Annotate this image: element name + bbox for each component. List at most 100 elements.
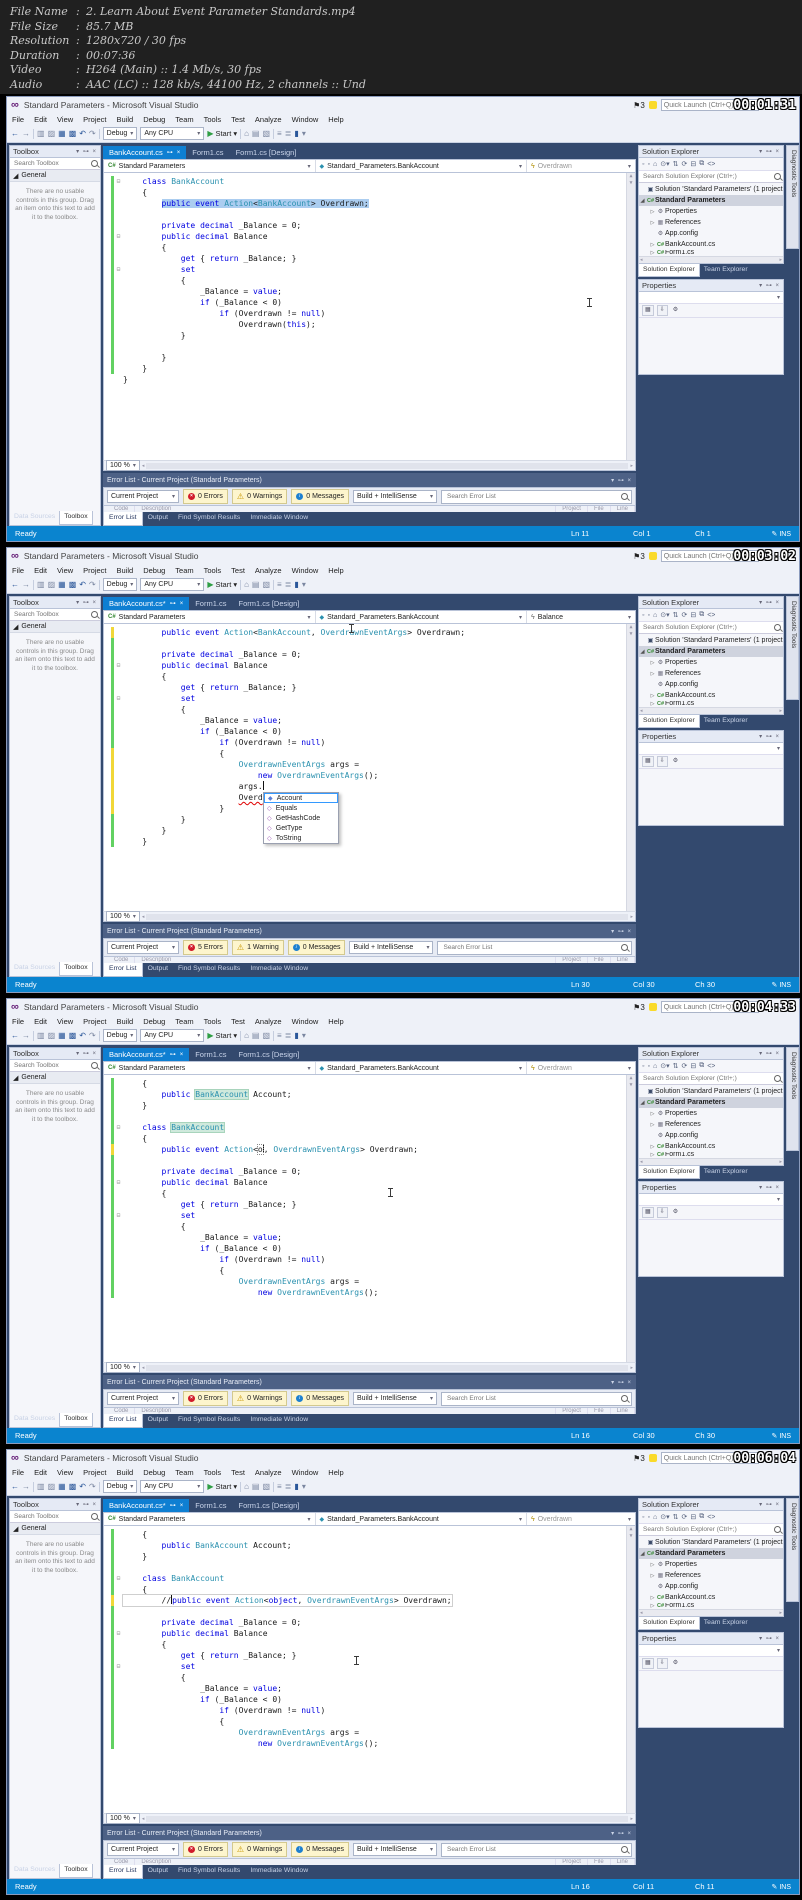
- collapse-all-icon[interactable]: ⊟: [690, 1062, 696, 1070]
- tab-find-symbol-results[interactable]: Find Symbol Results: [173, 1414, 245, 1428]
- tree-row-form1-cs[interactable]: ▷ C# Form1.cs: [639, 250, 783, 255]
- code-line[interactable]: if (_Balance < 0): [104, 297, 635, 308]
- panel-header-buttons[interactable]: ▾ ⊶ ×: [759, 1501, 780, 1508]
- menu-test[interactable]: Test: [226, 115, 250, 124]
- tab-output[interactable]: Output: [143, 963, 173, 977]
- tree-row-solution[interactable]: ▣ Solution 'Standard Parameters' (1 proje…: [639, 1537, 783, 1548]
- toolbar-overflow-icon[interactable]: ▾: [302, 129, 306, 138]
- comment-icon[interactable]: ▤: [252, 1482, 260, 1491]
- solution-configurations-dropdown[interactable]: Debug ▾: [102, 127, 138, 140]
- messages-filter-button[interactable]: i0 Messages: [287, 940, 346, 955]
- tab-team-explorer[interactable]: Team Explorer: [700, 1166, 752, 1179]
- sync-with-active-document-icon[interactable]: ⇅: [673, 611, 679, 619]
- refresh-icon[interactable]: ⟳: [681, 1062, 687, 1070]
- menu-file[interactable]: File: [7, 566, 29, 575]
- scroll-right-icon[interactable]: ▸: [630, 1816, 633, 1822]
- feedback-smiley-icon[interactable]: [648, 101, 657, 109]
- bookmark-icon[interactable]: ▮: [294, 580, 298, 589]
- error-scope-dropdown[interactable]: Current Project ▾: [107, 941, 179, 954]
- code-line[interactable]: {: [104, 1584, 635, 1595]
- properties-header[interactable]: Properties ▾ ⊶ ×: [638, 1181, 784, 1194]
- menu-project[interactable]: Project: [78, 1468, 111, 1477]
- member-dropdown[interactable]: ϟ Overdrawn ▾: [527, 1513, 635, 1525]
- code-line[interactable]: Overd: [104, 792, 635, 803]
- code-line[interactable]: }: [104, 814, 635, 825]
- error-list-search-input[interactable]: [441, 943, 619, 952]
- tree-row-properties[interactable]: ▷ ⚙ Properties: [639, 1559, 783, 1570]
- outdent-icon[interactable]: ≣: [285, 1482, 292, 1491]
- menu-edit[interactable]: Edit: [29, 115, 52, 124]
- code-line[interactable]: args.: [104, 781, 635, 792]
- toolbox-search[interactable]: [10, 1060, 100, 1072]
- alphabetical-icon[interactable]: ⇩: [656, 1658, 668, 1669]
- solution-explorer-search-input[interactable]: [641, 1525, 774, 1534]
- properties-window-icon[interactable]: ⧉: [699, 1513, 704, 1521]
- error-list-header[interactable]: Error List - Current Project (Standard P…: [103, 473, 636, 487]
- code-line[interactable]: new OverdrawnEventArgs();: [104, 1738, 635, 1749]
- intellisense-item[interactable]: ◇ Equals: [263, 803, 338, 813]
- redo-icon[interactable]: ↷: [89, 129, 96, 138]
- redo-icon[interactable]: ↷: [89, 580, 96, 589]
- scroll-right-icon[interactable]: ▸: [630, 1365, 633, 1371]
- view-code-icon[interactable]: <>: [707, 612, 715, 619]
- title-bar[interactable]: ∞ Standard Parameters - Microsoft Visual…: [7, 999, 799, 1015]
- tab-bankaccount-cs[interactable]: BankAccount.cs* ⊶ ×: [103, 1048, 190, 1061]
- error-list-search-input[interactable]: [444, 1394, 619, 1403]
- toolbox-header[interactable]: Toolbox ▾ ⊶ ×: [9, 145, 101, 158]
- menu-file[interactable]: File: [7, 1468, 29, 1477]
- toolbox-search-input[interactable]: [12, 159, 91, 168]
- toolbox-header[interactable]: Toolbox ▾ ⊶ ×: [9, 596, 101, 609]
- tab-toolbox[interactable]: Toolbox: [59, 511, 93, 525]
- tree-row-references[interactable]: ▷ ▦ References: [639, 1119, 783, 1130]
- tab-diagnostic-tools[interactable]: Diagnostic Tools: [786, 145, 799, 249]
- code-line[interactable]: {: [104, 1133, 635, 1144]
- zoom-level-dropdown[interactable]: 100 % ▾: [106, 460, 140, 471]
- intellisense-item[interactable]: ◇ GetType: [263, 823, 338, 833]
- tab-error-list[interactable]: Error List: [103, 1865, 143, 1879]
- tree-row-project[interactable]: ◢ C# Standard Parameters: [639, 195, 783, 206]
- panel-header-buttons[interactable]: ▾ ⊶ ×: [611, 477, 632, 484]
- navigate-back-icon[interactable]: ←: [11, 1482, 19, 1491]
- tree-row-bankaccount-cs[interactable]: ▷ C# BankAccount.cs: [639, 239, 783, 250]
- panel-header-buttons[interactable]: ▾ ⊶ ×: [76, 148, 97, 155]
- solution-explorer-search[interactable]: [639, 622, 783, 634]
- tree-row-project[interactable]: ◢ C# Standard Parameters: [639, 646, 783, 657]
- comment-icon[interactable]: ▤: [252, 1031, 260, 1040]
- home-icon[interactable]: ⌂: [653, 161, 657, 168]
- code-line[interactable]: public BankAccount Account;: [104, 1089, 635, 1100]
- navigate-forward-icon[interactable]: →: [22, 129, 30, 138]
- solution-explorer-header[interactable]: Solution Explorer ▾ ⊶ ×: [638, 596, 784, 609]
- panel-header-buttons[interactable]: ▾ ⊶ ×: [611, 928, 632, 935]
- code-line[interactable]: [104, 1562, 635, 1573]
- code-line[interactable]: }: [104, 363, 635, 374]
- pin-icon[interactable]: ⊶: [170, 1051, 176, 1058]
- tree-row-appconfig[interactable]: ⚙ App.config: [639, 228, 783, 239]
- tree-row-solution[interactable]: ▣ Solution 'Standard Parameters' (1 proje…: [639, 184, 783, 195]
- home-icon[interactable]: ⌂: [653, 612, 657, 619]
- code-line[interactable]: new OverdrawnEventArgs();: [104, 1287, 635, 1298]
- code-line[interactable]: {: [104, 748, 635, 759]
- close-icon[interactable]: ×: [180, 601, 184, 607]
- code-line[interactable]: {: [104, 1078, 635, 1089]
- menu-team[interactable]: Team: [170, 566, 198, 575]
- collapse-region-icon[interactable]: ⊟: [114, 1177, 123, 1188]
- tab-immediate-window[interactable]: Immediate Window: [245, 1865, 313, 1879]
- messages-filter-button[interactable]: i0 Messages: [291, 489, 349, 504]
- collapse-region-icon[interactable]: ⊟: [114, 1210, 123, 1221]
- navigate-back-icon[interactable]: ←: [11, 1031, 19, 1040]
- code-line[interactable]: private decimal _Balance = 0;: [104, 1166, 635, 1177]
- menu-team[interactable]: Team: [170, 115, 198, 124]
- property-pages-icon[interactable]: ⚙: [671, 1208, 680, 1217]
- panel-header-buttons[interactable]: ▾ ⊶ ×: [759, 1050, 780, 1057]
- code-line[interactable]: get { return _Balance; }: [104, 682, 635, 693]
- errors-filter-button[interactable]: × 0 Errors: [183, 1842, 228, 1857]
- warnings-filter-button[interactable]: ⚠ 0 Warnings: [231, 1842, 288, 1857]
- code-line[interactable]: if (_Balance < 0): [104, 726, 635, 737]
- tree-row-references[interactable]: ▷ ▦ References: [639, 668, 783, 679]
- menu-view[interactable]: View: [52, 566, 78, 575]
- open-file-icon[interactable]: ▨: [48, 1031, 56, 1040]
- tab-form1-cs[interactable]: Form1.cs: [189, 1048, 232, 1061]
- type-dropdown[interactable]: ◆ Standard_Parameters.BankAccount ▾: [316, 1513, 527, 1525]
- menu-edit[interactable]: Edit: [29, 566, 52, 575]
- menu-debug[interactable]: Debug: [138, 1017, 170, 1026]
